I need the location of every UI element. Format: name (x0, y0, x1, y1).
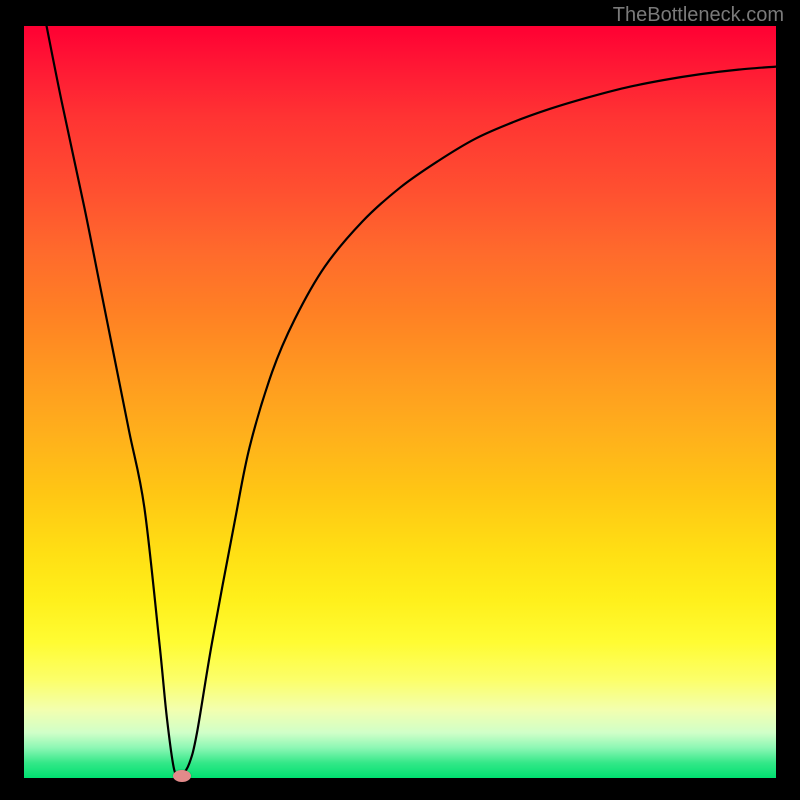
minimum-marker-icon (173, 770, 191, 782)
chart-frame: TheBottleneck.com (0, 0, 800, 800)
watermark-text: TheBottleneck.com (613, 4, 784, 27)
curve-svg (24, 26, 776, 778)
bottleneck-curve-path (47, 26, 776, 776)
plot-area (24, 26, 776, 778)
